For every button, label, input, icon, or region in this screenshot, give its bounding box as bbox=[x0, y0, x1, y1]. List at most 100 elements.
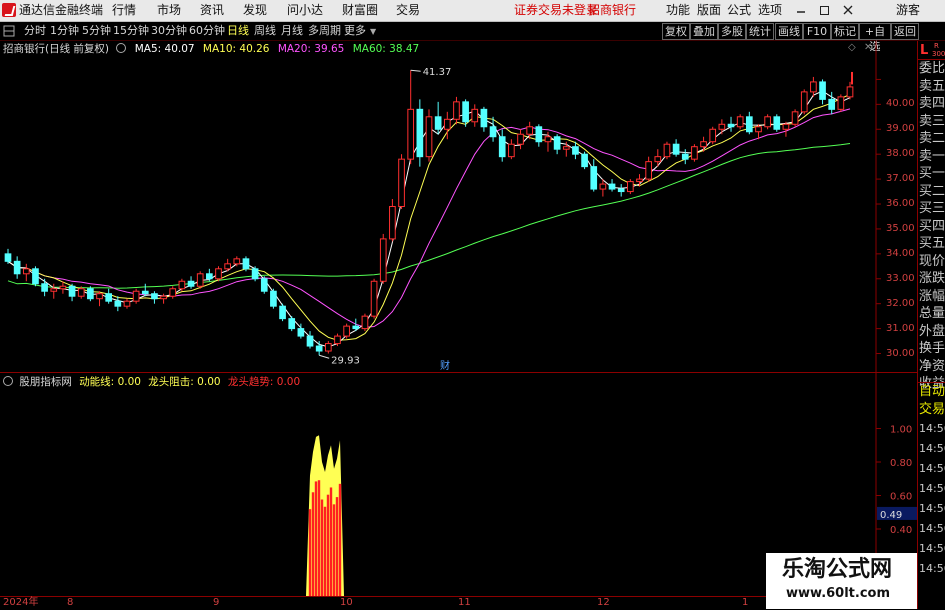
menu-shichang[interactable]: 市场 bbox=[157, 3, 181, 17]
period-weekly[interactable]: 周线 bbox=[254, 24, 276, 38]
candle bbox=[727, 116, 735, 132]
statistics-button[interactable]: 统计 bbox=[746, 23, 774, 40]
candle bbox=[343, 323, 350, 339]
candle bbox=[242, 256, 250, 272]
close-icon[interactable] bbox=[842, 3, 854, 17]
mark-button[interactable]: 标记 bbox=[831, 23, 859, 40]
candle bbox=[260, 276, 268, 294]
candle bbox=[379, 233, 387, 284]
menu-gongneng[interactable]: 功能 bbox=[666, 3, 690, 17]
auto-trade-label[interactable]: 自动 bbox=[919, 384, 945, 399]
candle bbox=[270, 288, 277, 309]
trade-login-status[interactable]: 证券交易未登录 bbox=[514, 3, 598, 17]
side-item-3: 卖三 bbox=[919, 113, 945, 129]
period-5min[interactable]: 5分钟 bbox=[82, 24, 111, 38]
side-item-17: 净资 bbox=[919, 358, 945, 374]
menu-banmian[interactable]: 版面 bbox=[697, 3, 721, 17]
menu-wenxiaoda[interactable]: 问小达 bbox=[287, 3, 323, 17]
level2-sub-number: 300 bbox=[932, 50, 945, 58]
period-30min[interactable]: 30分钟 bbox=[151, 24, 187, 38]
restore-icon[interactable] bbox=[819, 3, 831, 17]
candle bbox=[361, 313, 369, 332]
price-axis-label: 31.00 bbox=[886, 322, 915, 334]
quote-side-panel: L R 300 委比 卖五 卖四 卖三 卖二 卖一 买一 买二 买三 买四 买五 现价 涨跌 涨幅 总量 外盘 换手净… bbox=[917, 41, 945, 609]
period-fenshi[interactable]: 分时 bbox=[24, 24, 46, 38]
candle bbox=[160, 293, 167, 304]
candle bbox=[736, 114, 744, 130]
candle bbox=[68, 283, 76, 302]
indicator-axis-label: 0.60 bbox=[890, 492, 912, 503]
menu-faxian[interactable]: 发现 bbox=[243, 3, 267, 17]
price-axis-label: 33.00 bbox=[886, 272, 915, 284]
watermark-title: 乐淘公式网 bbox=[782, 557, 893, 582]
grid-toggle-icon[interactable] bbox=[3, 25, 15, 37]
tick-time: 14:56 bbox=[919, 422, 945, 435]
indicator-red-bar bbox=[323, 506, 327, 596]
tick-time: 14:56 bbox=[919, 442, 945, 455]
candle bbox=[398, 154, 405, 209]
more-dropdown-icon[interactable]: ▼ bbox=[370, 27, 376, 36]
menu-jiaoyi[interactable]: 交易 bbox=[396, 3, 420, 17]
date-label-aug: 8 bbox=[67, 597, 74, 608]
candle bbox=[389, 199, 396, 242]
candle bbox=[508, 139, 515, 160]
date-label-2024: 2024年 bbox=[3, 597, 39, 608]
app-title: 通达信金融终端 bbox=[19, 3, 104, 17]
level2-badge[interactable]: L bbox=[920, 43, 928, 58]
candle bbox=[764, 114, 771, 130]
candle bbox=[407, 70, 415, 165]
candle bbox=[105, 288, 113, 304]
menu-bar: 通达信金融终端 行情 市场 资讯 发现 问小达 财富圈 交易 证券交易未登录 招… bbox=[0, 0, 945, 22]
tick-time: 14:56 bbox=[919, 502, 945, 515]
finance-event-marker[interactable]: 财 bbox=[440, 359, 450, 372]
indicator-red-bar bbox=[338, 483, 342, 596]
draw-line-button[interactable]: 画线 bbox=[775, 23, 803, 40]
side-item-13: 涨幅 bbox=[919, 288, 945, 304]
indicator-red-bar bbox=[308, 509, 312, 596]
candle bbox=[773, 114, 781, 132]
period-multi[interactable]: 多周期 bbox=[308, 24, 341, 38]
f10-button[interactable]: F10 bbox=[803, 23, 831, 40]
period-15min[interactable]: 15分钟 bbox=[113, 24, 149, 38]
period-daily[interactable]: 日线 bbox=[227, 24, 249, 38]
low-price-annotation: 29.93 bbox=[331, 355, 360, 366]
fuquan-button[interactable]: 复权 bbox=[662, 23, 690, 40]
menu-caifuquan[interactable]: 财富圈 bbox=[342, 3, 378, 17]
side-item-8: 买三 bbox=[919, 201, 945, 216]
back-button[interactable]: 返回 bbox=[891, 23, 919, 40]
candle bbox=[627, 179, 634, 195]
date-label-jan: 1 bbox=[742, 597, 749, 608]
side-item-12: 涨跌 bbox=[919, 271, 945, 286]
level2-sub: R bbox=[934, 42, 939, 50]
period-toolbar: 分时 1分钟 5分钟 15分钟 30分钟 60分钟 日线 周线 月线 多周期 更… bbox=[0, 22, 945, 53]
candle bbox=[251, 266, 259, 282]
period-1min[interactable]: 1分钟 bbox=[50, 24, 79, 38]
period-more[interactable]: 更多 bbox=[344, 24, 366, 38]
add-watchlist-button[interactable]: +自选 bbox=[859, 23, 891, 53]
side-item-10: 买五 bbox=[919, 236, 945, 251]
period-60min[interactable]: 60分钟 bbox=[189, 24, 225, 38]
indicator-red-bar bbox=[332, 504, 336, 596]
menu-hangqing[interactable]: 行情 bbox=[112, 3, 136, 17]
candle bbox=[498, 129, 506, 162]
menu-zixun[interactable]: 资讯 bbox=[200, 3, 224, 17]
overlay-button[interactable]: 叠加 bbox=[690, 23, 718, 40]
side-item-0: 委比 bbox=[919, 61, 945, 76]
candle bbox=[590, 159, 598, 192]
side-item-2: 卖四 bbox=[919, 96, 945, 111]
candle bbox=[114, 296, 122, 312]
menu-xuanxiang[interactable]: 选项 bbox=[758, 3, 782, 17]
side-item-5: 卖一 bbox=[919, 148, 945, 164]
broker-name[interactable]: 招商银行 bbox=[588, 3, 636, 17]
candle bbox=[306, 331, 314, 349]
candle bbox=[279, 303, 286, 322]
minimize-icon[interactable] bbox=[796, 3, 806, 17]
period-monthly[interactable]: 月线 bbox=[281, 24, 303, 38]
menu-gongshi[interactable]: 公式 bbox=[727, 3, 751, 17]
multi-stock-button[interactable]: 多股 bbox=[718, 23, 746, 40]
tdx-window: 通达信金融终端 行情 市场 资讯 发现 问小达 财富圈 交易 证券交易未登录 招… bbox=[0, 0, 945, 610]
user-label[interactable]: 游客 bbox=[896, 3, 920, 17]
trade-label[interactable]: 交易 bbox=[919, 402, 945, 417]
candlestick-chart[interactable]: 41.37 29.93 财 bbox=[0, 41, 917, 372]
candle bbox=[425, 109, 433, 162]
